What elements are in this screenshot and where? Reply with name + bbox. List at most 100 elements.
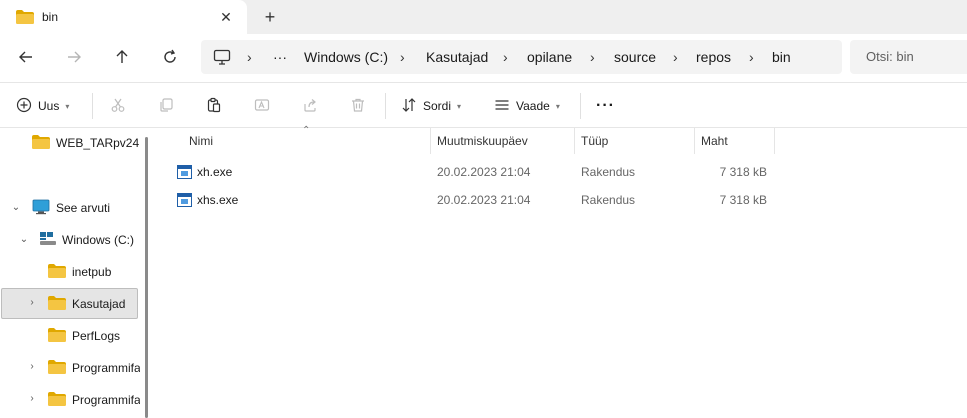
nav-item-windows-c[interactable]: Windows (C:) — [40, 226, 134, 254]
chevron-down-icon[interactable]: ⌄ — [17, 234, 31, 245]
file-type: Rakendus — [581, 193, 636, 207]
copy-icon — [158, 97, 174, 116]
breadcrumb-item[interactable]: opilane — [527, 40, 572, 74]
address-bar[interactable]: › ··· Windows (C:) › Kasutajad › opilane… — [201, 40, 842, 74]
chevron-down-icon[interactable]: ⌄ — [9, 202, 23, 213]
column-divider[interactable] — [430, 128, 431, 154]
sort-button[interactable]: Sordi ▾ — [401, 83, 461, 129]
plus-circle-icon — [16, 97, 32, 116]
chevron-right-icon[interactable]: › — [25, 361, 39, 372]
up-icon[interactable] — [109, 45, 135, 69]
breadcrumb-separator[interactable]: › — [749, 40, 754, 74]
file-explorer-window: bin ✕ + › ··· Windows (C:) › Kasutajad ›… — [0, 0, 967, 418]
folder-icon — [16, 10, 34, 27]
breadcrumb-separator[interactable]: › — [673, 40, 678, 74]
cut-button[interactable] — [110, 83, 126, 129]
file-list: ⌃ Nimi Muutmiskuupäev Tüüp Maht xh.exe 2… — [160, 125, 967, 418]
rename-button[interactable] — [254, 83, 270, 129]
paste-icon — [206, 97, 222, 116]
nav-scrollbar[interactable] — [145, 137, 148, 418]
nav-item-label: See arvuti — [56, 201, 111, 215]
folder-icon — [48, 263, 66, 281]
drive-icon — [40, 231, 56, 249]
nav-item-label: Kasutajad — [72, 297, 126, 311]
nav-item-perflogs[interactable]: PerfLogs — [48, 322, 120, 350]
sort-label: Sordi — [423, 99, 452, 113]
nav-item-program-files-x86[interactable]: Programmifailid (x86) — [48, 386, 140, 414]
folder-icon — [32, 134, 50, 152]
folder-icon — [48, 359, 66, 377]
file-name: xhs.exe — [197, 193, 239, 207]
nav-item-this-pc[interactable]: See arvuti — [32, 194, 110, 222]
chevron-right-icon[interactable]: › — [25, 297, 39, 308]
chevron-down-icon: ▾ — [555, 101, 560, 111]
column-header-size[interactable]: Maht — [701, 128, 728, 154]
share-icon — [302, 97, 318, 116]
file-size: 7 318 kB — [719, 193, 767, 207]
new-button[interactable]: Uus ▾ — [16, 83, 69, 129]
column-header-name[interactable]: Nimi — [189, 128, 213, 154]
back-icon[interactable] — [13, 45, 39, 69]
new-label: Uus — [38, 99, 60, 113]
view-list-icon — [494, 97, 510, 116]
nav-item-label: PerfLogs — [72, 329, 121, 343]
monitor-icon — [32, 199, 50, 218]
column-header-type[interactable]: Tüüp — [581, 128, 608, 154]
file-size: 7 318 kB — [719, 165, 767, 179]
breadcrumb-item[interactable]: source — [614, 40, 656, 74]
search-placeholder: Otsi: bin — [866, 49, 914, 64]
folder-icon — [48, 327, 66, 345]
breadcrumb-separator[interactable]: › — [400, 40, 405, 74]
copy-button[interactable] — [158, 83, 174, 129]
breadcrumb-ellipsis[interactable]: ··· — [273, 40, 287, 74]
breadcrumb-separator[interactable]: › — [247, 40, 252, 74]
nav-item-kasutajad[interactable]: Kasutajad — [48, 290, 125, 318]
nav-item-program-files[interactable]: Programmifailid — [48, 354, 140, 382]
command-bar: Uus ▾ Sordi ▾ Vaade ▾ ··· — [0, 82, 967, 128]
view-button[interactable]: Vaade ▾ — [494, 83, 560, 129]
file-name: xh.exe — [197, 165, 233, 179]
share-button[interactable] — [302, 83, 318, 129]
breadcrumb-separator[interactable]: › — [503, 40, 508, 74]
paste-button[interactable] — [206, 83, 222, 129]
chevron-down-icon: ▾ — [457, 101, 462, 111]
chevron-down-icon: ▾ — [65, 101, 70, 111]
table-row[interactable]: xh.exe 20.02.2023 21:04 Rakendus 7 318 k… — [160, 158, 967, 186]
breadcrumb-item[interactable]: Kasutajad — [426, 40, 488, 74]
rename-icon — [254, 97, 270, 116]
more-options-button[interactable]: ··· — [596, 83, 615, 129]
nav-item-label: WEB_TARpv24 — [56, 136, 140, 150]
tab-bin[interactable]: bin ✕ — [0, 0, 247, 34]
table-row[interactable]: xhs.exe 20.02.2023 21:04 Rakendus 7 318 … — [160, 186, 967, 214]
nav-item-web-tarpv24[interactable]: WEB_TARpv24 — [32, 129, 139, 157]
navigation-pane: WEB_TARpv24 ⌄ See arvuti ⌄ Windows (C:) … — [0, 128, 152, 418]
new-tab-button[interactable]: + — [259, 6, 281, 28]
executable-icon — [177, 193, 192, 207]
breadcrumb-item[interactable]: Windows (C:) — [304, 40, 388, 74]
breadcrumb-item[interactable]: repos — [696, 40, 731, 74]
nav-item-inetpub[interactable]: inetpub — [48, 258, 111, 286]
nav-item-label: Programmifailid — [72, 361, 140, 375]
delete-button[interactable] — [350, 83, 366, 129]
column-header-modified[interactable]: Muutmiskuupäev — [437, 128, 528, 154]
trash-icon — [350, 97, 366, 116]
column-divider[interactable] — [774, 128, 775, 154]
column-divider[interactable] — [694, 128, 695, 154]
file-modified: 20.02.2023 21:04 — [437, 193, 531, 207]
close-tab-icon[interactable]: ✕ — [216, 7, 236, 27]
breadcrumb-item-current[interactable]: bin — [772, 40, 791, 74]
breadcrumb-separator[interactable]: › — [590, 40, 595, 74]
nav-item-label: Programmifailid (x86) — [72, 393, 140, 407]
computer-icon[interactable] — [213, 49, 231, 68]
divider — [385, 93, 386, 119]
sort-ascending-icon: ⌃ — [302, 125, 311, 136]
chevron-right-icon[interactable]: › — [25, 393, 39, 404]
divider — [92, 93, 93, 119]
tab-strip: bin ✕ + — [0, 0, 967, 34]
refresh-icon[interactable] — [157, 45, 183, 69]
nav-item-label: inetpub — [72, 265, 112, 279]
folder-icon — [48, 295, 66, 313]
column-divider[interactable] — [574, 128, 575, 154]
search-input[interactable]: Otsi: bin — [850, 40, 967, 74]
forward-icon[interactable] — [61, 45, 87, 69]
